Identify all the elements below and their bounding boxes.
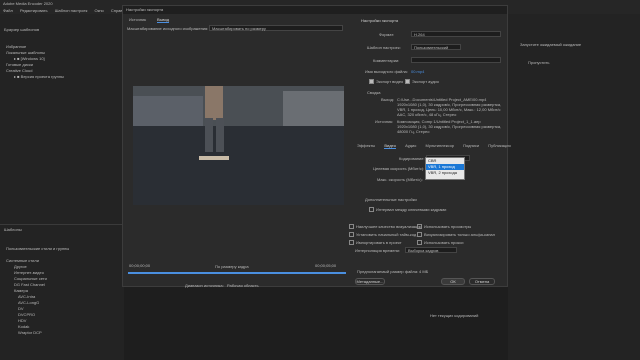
timecode-start: 00;00;00;00 bbox=[129, 263, 151, 268]
export-video-checkbox[interactable]: Экспорт видео bbox=[369, 79, 403, 85]
time-interp-dropdown[interactable]: Выборка кадров bbox=[405, 247, 457, 253]
tab-source[interactable]: Источник bbox=[129, 17, 146, 22]
list-item[interactable]: DG Fast Channel bbox=[14, 282, 45, 287]
list-item[interactable]: DVCPRO bbox=[18, 312, 35, 317]
max-quality-checkbox[interactable]: Наилучшее качество визуализации bbox=[349, 224, 422, 230]
summary-output-label: Выход: bbox=[381, 97, 395, 102]
summary-header: Сводка bbox=[367, 90, 381, 95]
list-item[interactable]: AVC-LongG bbox=[18, 300, 39, 305]
preset-dropdown[interactable]: Пользовательский bbox=[411, 44, 461, 50]
export-audio-checkbox[interactable]: Экспорт аудио bbox=[405, 79, 439, 85]
ok-button[interactable]: ОК bbox=[441, 278, 465, 285]
export-settings-dialog: Настройки экспорта Источник Вывод Масшта… bbox=[122, 5, 511, 288]
queue-hint: Запустите ожидаемый ожидание bbox=[520, 42, 582, 47]
list-item[interactable]: Другое bbox=[14, 264, 27, 269]
list-item[interactable]: Локальные шаблоны bbox=[6, 50, 45, 55]
summary-source-label: Источник: bbox=[375, 119, 394, 124]
import-project-checkbox[interactable]: Импортировать в проект bbox=[349, 240, 402, 246]
subtab-video[interactable]: Видео bbox=[384, 143, 396, 149]
subtab-publish[interactable]: Публикация bbox=[488, 143, 510, 148]
dialog-title-bar: Настройки экспорта bbox=[123, 6, 507, 14]
panel-header: Шаблоны bbox=[4, 227, 22, 232]
preset-browser-panel: Браузер шаблонов Избранное Локальные шаб… bbox=[0, 14, 124, 360]
menu-window[interactable]: Окно bbox=[94, 8, 103, 13]
list-item[interactable]: ▸ ■ [Windows 10] bbox=[14, 56, 45, 61]
keyframe-checkbox[interactable]: Интервал между ключевыми кадрами bbox=[369, 207, 446, 213]
export-settings-header: Настройки экспорта bbox=[361, 18, 399, 23]
metadata-button[interactable]: Метаданные... bbox=[355, 278, 385, 285]
render-alpha-checkbox[interactable]: Визуализировать только альфа-канал bbox=[417, 232, 495, 238]
source-scale-dropdown[interactable]: Масштабировать по размеру bbox=[209, 25, 343, 31]
advanced-header[interactable]: Дополнительные настройки bbox=[365, 197, 417, 202]
queue-panel: Запустите ожидаемый ожидание Пропустить bbox=[508, 14, 640, 360]
summary-output-line: AAC, 320 кбит/с, 48 кГц, Стерео bbox=[397, 112, 457, 117]
subtab-audio[interactable]: Аудио bbox=[405, 143, 416, 148]
dialog-title: Настройки экспорта bbox=[126, 7, 164, 12]
summary-source-line: 48000 Гц, Стерео bbox=[397, 129, 430, 134]
subtab-captions[interactable]: Подписи bbox=[463, 143, 479, 148]
source-range-label: Диапазон источника: bbox=[185, 283, 224, 288]
start-timecode-checkbox[interactable]: Установить начальный тайм-код bbox=[349, 232, 416, 238]
file-size-label: Предполагаемый размер файла: bbox=[357, 269, 419, 274]
encoding-option[interactable]: VBR, 2 прохода bbox=[426, 170, 464, 176]
app-title: Adobe Media Encoder 2020 bbox=[3, 1, 53, 6]
list-item[interactable]: Интернет-видео bbox=[14, 270, 44, 275]
list-item[interactable]: Системные стили bbox=[6, 258, 39, 263]
subtab-effects[interactable]: Эффекты bbox=[357, 143, 375, 148]
encoding-options-list: CBR VBR, 1 проход VBR, 2 прохода bbox=[425, 157, 465, 180]
comments-input[interactable] bbox=[411, 57, 501, 63]
subtab-multiplexer[interactable]: Мультиплексор bbox=[426, 143, 454, 148]
format-dropdown[interactable]: H.264 bbox=[411, 31, 501, 37]
fit-dropdown[interactable]: По размеру кадра bbox=[215, 264, 249, 269]
list-item[interactable]: Пользовательские стили и группы bbox=[6, 246, 69, 251]
list-item[interactable]: HDV bbox=[18, 318, 26, 323]
list-item[interactable]: Социальные сети bbox=[14, 276, 47, 281]
timecode-end: 00;00;05;00 bbox=[315, 263, 337, 268]
list-item[interactable]: Избранное bbox=[6, 44, 26, 49]
menu-preset[interactable]: Шаблон настроек bbox=[55, 8, 88, 13]
time-interp-label: Интерполяция времени: bbox=[355, 248, 401, 253]
menu-edit[interactable]: Редактировать bbox=[20, 8, 48, 13]
list-item[interactable]: Готовые диски bbox=[6, 62, 33, 67]
list-item[interactable]: AVC-Intra bbox=[18, 294, 35, 299]
list-item[interactable]: DV bbox=[18, 306, 24, 311]
source-range-dropdown[interactable]: Рабочая область bbox=[227, 283, 259, 288]
output-name-label: Имя выходного файла: bbox=[365, 69, 408, 74]
timeline-bar[interactable] bbox=[128, 272, 346, 274]
use-previews-checkbox[interactable]: Использовать просмотры bbox=[417, 224, 471, 230]
menu-file[interactable]: Файл bbox=[3, 8, 13, 13]
queue-status: Нет текущих кодирований bbox=[430, 313, 479, 318]
source-scale-label: Масштабирование исходного изображения: bbox=[127, 26, 209, 31]
list-item[interactable]: ▸ ■ Версия проекта группы bbox=[14, 74, 64, 79]
output-name-link[interactable]: 00.mp4 bbox=[411, 69, 424, 74]
queue-skip-label[interactable]: Пропустить bbox=[528, 60, 549, 65]
list-item[interactable]: Wraptor DCP bbox=[18, 330, 42, 335]
video-preview bbox=[133, 86, 344, 205]
list-item[interactable]: Creative Cloud bbox=[6, 68, 32, 73]
max-bitrate-label: Макс. скорость (Мбит/с): bbox=[377, 177, 423, 182]
comments-label: Комментарии: bbox=[373, 58, 400, 63]
list-item[interactable]: Камера bbox=[14, 288, 28, 293]
cancel-button[interactable]: Отмена bbox=[469, 278, 495, 285]
use-proxies-checkbox[interactable]: Использовать прокси bbox=[417, 240, 464, 246]
panel-header: Браузер шаблонов bbox=[4, 27, 40, 32]
format-label: Формат: bbox=[379, 32, 395, 37]
file-size-value: 4 МБ bbox=[419, 269, 429, 274]
encoding-label: Кодирование: bbox=[399, 156, 425, 161]
tab-output[interactable]: Вывод bbox=[157, 17, 170, 23]
preset-label: Шаблон настроек: bbox=[367, 45, 401, 50]
list-item[interactable]: Kodak bbox=[18, 324, 29, 329]
target-bitrate-label: Целевая скорость (Мбит/с): bbox=[373, 166, 425, 171]
